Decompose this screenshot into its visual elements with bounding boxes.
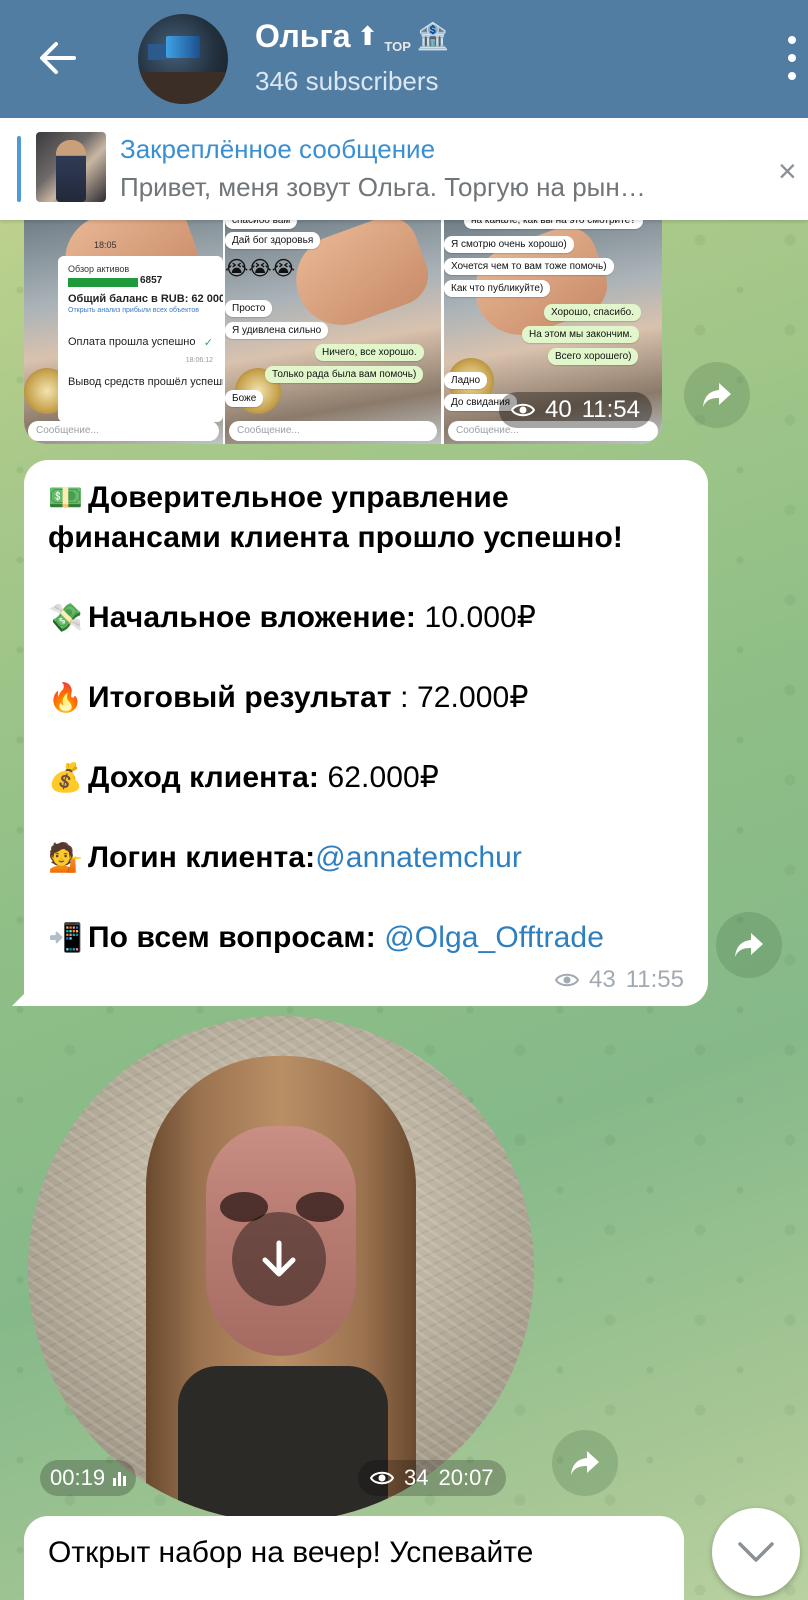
share-arrow-icon <box>571 1451 599 1475</box>
audio-bars-icon <box>113 1470 127 1486</box>
up-arrow-icon: ⬆ <box>356 21 379 51</box>
chevron-down-icon <box>738 1542 774 1562</box>
video-meta: 34 20:07 <box>358 1460 506 1496</box>
chat-bubble: Просто <box>225 300 273 317</box>
assets-value: 6857 <box>140 275 163 287</box>
share-button[interactable] <box>716 912 782 978</box>
duration-text: 00:19 <box>50 1465 106 1490</box>
album-photo-1[interactable]: 18:05 Обзор активов 6857 Общий баланс в … <box>24 218 223 444</box>
chat-bubble: Как что публикуйте) <box>444 280 551 297</box>
arrow-left-icon <box>40 42 76 74</box>
album-time: 11:54 <box>581 396 640 423</box>
message-heading-1: Доверительное управление <box>88 481 509 514</box>
chat-bubble: Только рада была вам помочь) <box>265 366 424 383</box>
eye-icon <box>511 403 536 417</box>
more-options-button[interactable] <box>782 36 802 80</box>
share-button[interactable] <box>552 1430 618 1496</box>
chat-bubble: Всего хорошего) <box>548 348 639 365</box>
photo-album-message: 18:05 Обзор активов 6857 Общий баланс в … <box>24 218 662 444</box>
chat-bubble: Я смотрю очень хорошо) <box>444 236 574 253</box>
video-duration: 00:19 <box>40 1460 137 1496</box>
chat-bubble: Ничего, все хорошо. <box>315 344 424 361</box>
result-label: Итоговый результат <box>88 681 392 714</box>
channel-name: Ольга <box>255 18 351 54</box>
dot-icon <box>788 36 796 44</box>
result-value: : 72.000₽ <box>391 681 529 714</box>
channel-title[interactable]: Ольга ⬆ TOP 🏦 <box>255 18 449 55</box>
withdraw-status: Вывод средств прошёл успешно <box>68 376 223 388</box>
photo-input-bar: Сообщение... <box>28 421 219 441</box>
person-tipping-hand-icon: 💁 <box>48 841 83 874</box>
bank-icon: 🏦 <box>416 21 450 51</box>
chat-bubble: На этом мы закончим. <box>522 326 640 343</box>
check-icon: ✓ <box>203 337 213 349</box>
message-time: 11:55 <box>625 966 684 993</box>
message-heading-2: финансами клиента прошло успешно! <box>48 521 623 554</box>
text-message[interactable]: Открыт набор на вечер! Успевайте <box>24 1516 684 1600</box>
pinned-thumbnail <box>36 132 106 202</box>
payment-status: Оплата прошла успешно <box>68 336 196 348</box>
message-views: 43 <box>589 966 616 993</box>
chat-bubble: Хочется чем то вам тоже помочь) <box>444 258 614 275</box>
assets-label: Обзор активов <box>68 264 130 274</box>
back-button[interactable] <box>30 30 86 86</box>
text-message[interactable]: 💵 Доверительное управление финансами клие… <box>12 460 708 1006</box>
album-views: 40 <box>545 396 572 423</box>
album-photo-2[interactable]: спасибо вам Дай бог здоровья 😭😭😭 Просто … <box>225 218 441 444</box>
photo-time: 18:05 <box>94 240 117 250</box>
download-button[interactable] <box>232 1212 326 1306</box>
money-icon: 💵 <box>48 481 83 514</box>
eye-icon <box>370 1471 394 1485</box>
share-arrow-icon <box>703 383 731 407</box>
dot-icon <box>788 54 796 62</box>
album-meta: 40 11:54 <box>499 392 652 428</box>
money-bag-icon: 💰 <box>48 761 83 794</box>
pinned-preview: Привет, меня зовут Ольга. Торгую на рын… <box>120 172 646 202</box>
video-views: 34 <box>404 1465 429 1490</box>
video-time: 20:07 <box>438 1465 494 1490</box>
client-login-link[interactable]: @annatemchur <box>315 841 522 874</box>
download-arrow-icon <box>262 1240 296 1277</box>
subscriber-count: 346 subscribers <box>255 66 439 96</box>
pinned-title: Закреплённое сообщение <box>120 134 436 164</box>
chat-bubble: 😭😭😭 <box>225 258 296 280</box>
assets-card: Обзор активов 6857 Общий баланс в RUB: 6… <box>58 256 223 422</box>
message-meta: 43 11:55 <box>555 966 684 994</box>
investment-label: Начальное вложение: <box>88 601 417 634</box>
phone-arrow-icon: 📲 <box>48 921 83 954</box>
photo-input-bar: Сообщение... <box>229 421 437 441</box>
top-badge: TOP <box>384 39 411 54</box>
chat-bubble: Я удивлена сильно <box>225 322 329 339</box>
money-wings-icon: 💸 <box>48 601 83 634</box>
fire-icon: 🔥 <box>48 681 83 714</box>
income-label: Доход клиента: <box>88 761 320 794</box>
share-button[interactable] <box>684 362 750 428</box>
eye-icon <box>555 973 580 987</box>
chat-bubble: Дай бог здоровья <box>225 232 321 249</box>
income-value: 62.000₽ <box>319 761 439 794</box>
chat-bubble: Боже <box>225 390 264 407</box>
contact-label: По всем вопросам: <box>88 921 385 954</box>
close-pinned-button[interactable]: × <box>778 155 808 190</box>
analysis-link: Открыть анализ прибыли всех объектов <box>68 307 199 314</box>
payment-time: 18:06:12 <box>185 357 213 364</box>
dot-icon <box>788 72 796 80</box>
chat-bubble: Ладно <box>444 372 488 389</box>
login-label: Логин клиента: <box>88 841 316 874</box>
balance-text: Общий баланс в RUB: 62 000.00 <box>68 293 223 305</box>
pinned-indicator <box>17 136 21 202</box>
share-arrow-icon <box>735 933 763 957</box>
bottom-message-text: Открыт набор на вечер! Успевайте <box>48 1536 534 1569</box>
pinned-message-bar[interactable]: Закреплённое сообщение Привет, меня зову… <box>0 118 808 220</box>
chat-header: Ольга ⬆ TOP 🏦 346 subscribers <box>0 0 808 118</box>
contact-link[interactable]: @Olga_Offtrade <box>384 921 604 954</box>
channel-avatar[interactable] <box>138 14 228 104</box>
chat-bubble: Хорошо, спасибо. <box>544 304 642 321</box>
investment-value: 10.000₽ <box>416 601 536 634</box>
scroll-down-button[interactable] <box>712 1508 800 1596</box>
